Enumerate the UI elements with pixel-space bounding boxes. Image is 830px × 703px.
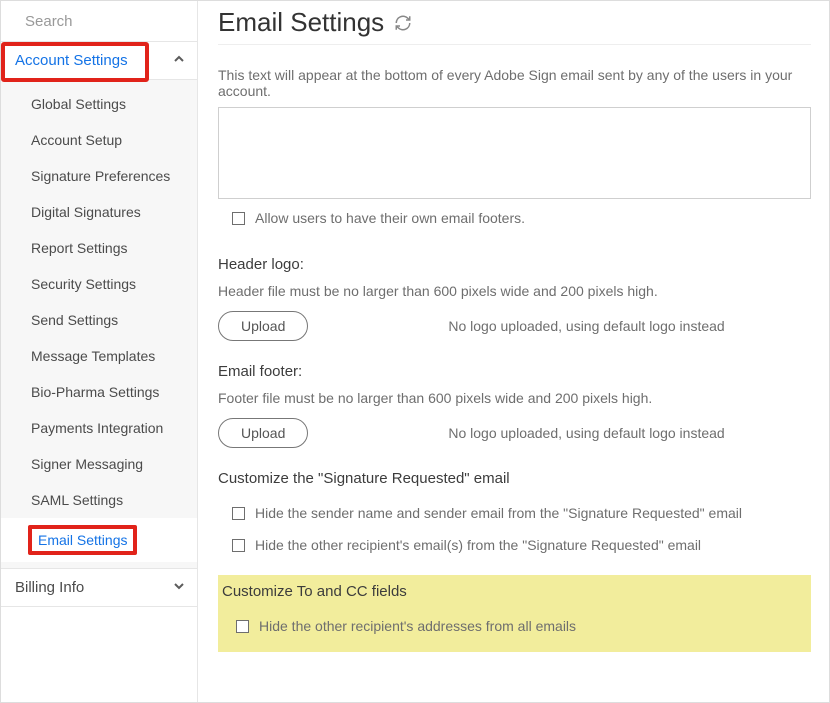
sidebar-header-billing-info[interactable]: Billing Info	[1, 568, 197, 607]
sidebar-item-security-settings[interactable]: Security Settings	[1, 266, 197, 302]
allow-own-footers-row[interactable]: Allow users to have their own email foot…	[218, 202, 811, 234]
sidebar-item-saml-settings[interactable]: SAML Settings	[1, 482, 197, 518]
header-logo-upload-button[interactable]: Upload	[218, 311, 308, 341]
sig-req-hide-sender-row[interactable]: Hide the sender name and sender email fr…	[218, 497, 811, 529]
sidebar-item-global-settings[interactable]: Global Settings	[1, 86, 197, 122]
account-settings-section: Account Settings Global Settings Account…	[1, 42, 197, 568]
app-frame: Account Settings Global Settings Account…	[0, 0, 830, 703]
footer-text-description: This text will appear at the bottom of e…	[218, 67, 811, 99]
checkbox-icon	[236, 620, 249, 633]
sig-req-hide-recipients-label: Hide the other recipient's email(s) from…	[255, 537, 701, 553]
sidebar-item-digital-signatures[interactable]: Digital Signatures	[1, 194, 197, 230]
account-settings-items: Global Settings Account Setup Signature …	[1, 80, 197, 568]
sidebar-item-account-setup[interactable]: Account Setup	[1, 122, 197, 158]
to-cc-hide-addresses-label: Hide the other recipient's addresses fro…	[259, 618, 576, 634]
sig-req-options: Hide the sender name and sender email fr…	[218, 497, 811, 561]
email-footer-status: No logo uploaded, using default logo ins…	[448, 425, 724, 441]
allow-own-footers-label: Allow users to have their own email foot…	[255, 210, 525, 226]
checkbox-icon	[232, 539, 245, 552]
main-panel: Email Settings This text will appear at …	[198, 1, 829, 702]
sidebar-item-signer-messaging[interactable]: Signer Messaging	[1, 446, 197, 482]
sidebar-header-account-settings[interactable]: Account Settings	[1, 42, 197, 80]
sidebar: Account Settings Global Settings Account…	[1, 1, 198, 702]
search-input[interactable]	[25, 13, 224, 30]
to-cc-hide-addresses-row[interactable]: Hide the other recipient's addresses fro…	[222, 610, 807, 642]
sidebar-item-send-settings[interactable]: Send Settings	[1, 302, 197, 338]
sig-req-hide-sender-label: Hide the sender name and sender email fr…	[255, 505, 742, 521]
email-footer-upload-button[interactable]: Upload	[218, 418, 308, 448]
refresh-icon[interactable]	[394, 14, 412, 32]
to-cc-heading: Customize To and CC fields	[222, 583, 807, 600]
email-footer-heading: Email footer:	[218, 363, 811, 380]
sidebar-item-message-templates[interactable]: Message Templates	[1, 338, 197, 374]
highlight-to-cc-section: Customize To and CC fields Hide the othe…	[218, 575, 811, 652]
checkbox-icon	[232, 507, 245, 520]
header-logo-upload-row: Upload No logo uploaded, using default l…	[218, 311, 811, 341]
sidebar-header-label: Account Settings	[15, 52, 128, 69]
sidebar-item-bio-pharma-settings[interactable]: Bio-Pharma Settings	[1, 374, 197, 410]
search-row	[1, 1, 197, 42]
sidebar-item-email-settings[interactable]: Email Settings	[1, 518, 197, 562]
sig-req-heading: Customize the "Signature Requested" emai…	[218, 470, 811, 487]
sidebar-item-report-settings[interactable]: Report Settings	[1, 230, 197, 266]
sig-req-hide-recipients-row[interactable]: Hide the other recipient's email(s) from…	[218, 529, 811, 561]
header-logo-status: No logo uploaded, using default logo ins…	[448, 318, 724, 334]
header-logo-heading: Header logo:	[218, 256, 811, 273]
sidebar-item-payments-integration[interactable]: Payments Integration	[1, 410, 197, 446]
email-footer-upload-row: Upload No logo uploaded, using default l…	[218, 418, 811, 448]
email-footer-hint: Footer file must be no larger than 600 p…	[218, 390, 811, 406]
header-logo-hint: Header file must be no larger than 600 p…	[218, 283, 811, 299]
highlight-email-settings: Email Settings	[28, 525, 137, 555]
email-footer-textarea[interactable]	[218, 107, 811, 199]
checkbox-icon	[232, 212, 245, 225]
page-title: Email Settings	[218, 7, 384, 38]
chevron-up-icon	[173, 52, 185, 69]
sidebar-item-signature-preferences[interactable]: Signature Preferences	[1, 158, 197, 194]
page-title-row: Email Settings	[218, 7, 811, 45]
chevron-down-icon	[173, 579, 185, 596]
sidebar-header-label: Billing Info	[15, 579, 84, 596]
